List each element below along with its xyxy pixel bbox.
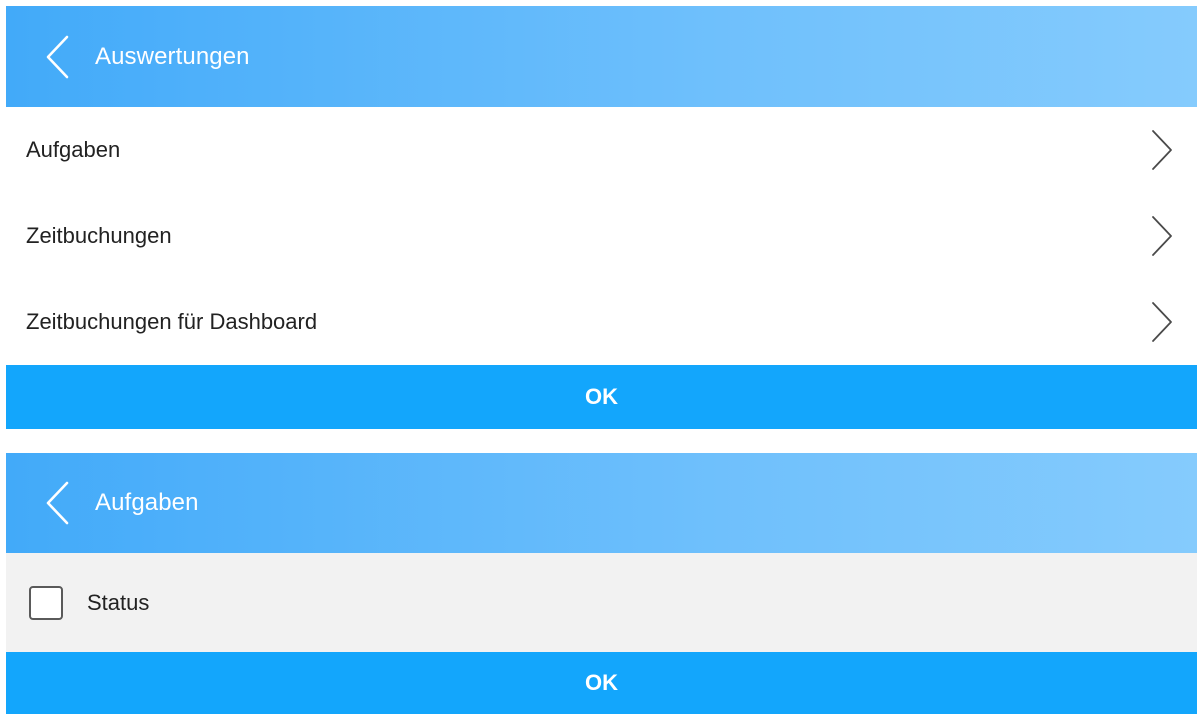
chevron-right-icon	[1152, 216, 1172, 256]
ok-button[interactable]: OK	[6, 652, 1197, 714]
tasks-header: Aufgaben	[6, 453, 1197, 553]
status-checkbox-row[interactable]: Status	[6, 553, 1197, 652]
chevron-left-icon	[46, 481, 69, 525]
status-checkbox[interactable]	[29, 585, 63, 620]
chevron-right-icon	[1152, 130, 1172, 170]
list-item-label: Aufgaben	[26, 137, 121, 162]
list-item-label: Zeitbuchungen	[26, 223, 172, 248]
list-item-label: Zeitbuchungen für Dashboard	[26, 309, 318, 334]
list-item-aufgaben[interactable]: Aufgaben	[6, 107, 1197, 193]
ok-button[interactable]: OK	[6, 365, 1197, 429]
reports-header: Auswertungen	[6, 6, 1197, 107]
status-checkbox-label: Status	[87, 589, 150, 615]
chevron-left-icon	[46, 35, 69, 78]
back-button[interactable]	[28, 473, 88, 533]
tasks-panel: Aufgaben Status OK	[6, 453, 1197, 714]
chevron-right-icon	[1152, 302, 1172, 342]
back-button[interactable]	[28, 27, 88, 87]
page-title: Aufgaben	[95, 489, 199, 516]
page-title: Auswertungen	[95, 42, 250, 70]
reports-panel: Auswertungen Aufgaben Zeitbuchungen Zeit…	[6, 6, 1197, 429]
list-item-zeitbuchungen[interactable]: Zeitbuchungen	[6, 193, 1197, 279]
list-item-zeitbuchungen-dashboard[interactable]: Zeitbuchungen für Dashboard	[6, 279, 1197, 365]
